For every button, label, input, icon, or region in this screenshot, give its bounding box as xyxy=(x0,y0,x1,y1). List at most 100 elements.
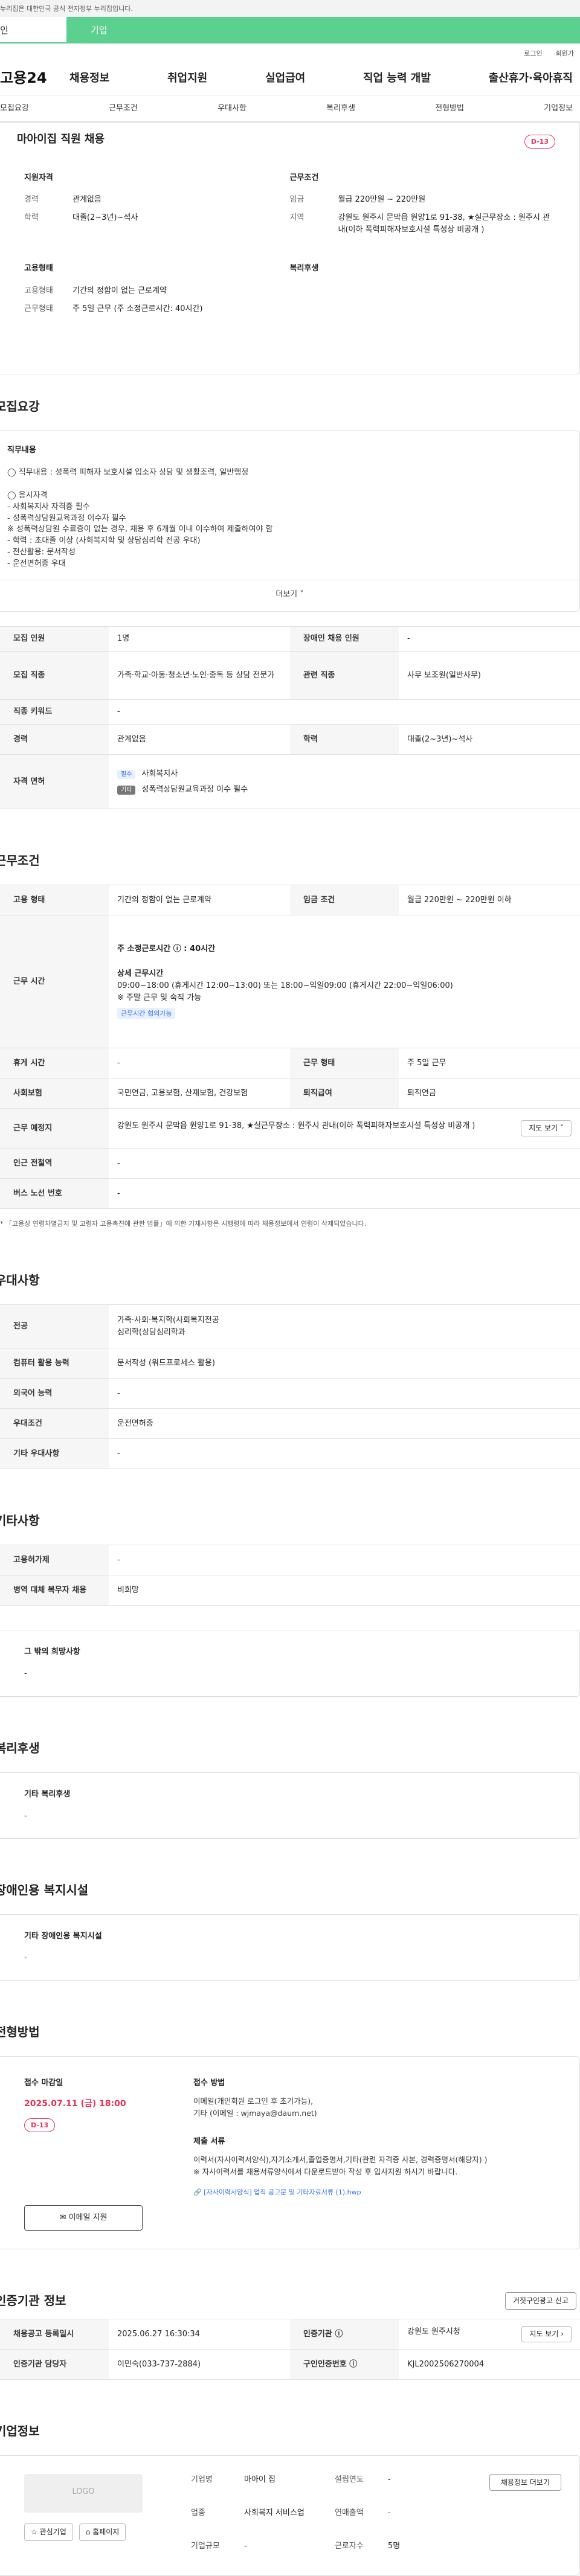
sales-label: 연매출액 xyxy=(335,2508,364,2517)
tab-personal[interactable]: 인 xyxy=(0,17,66,43)
table-header: 경력 xyxy=(0,724,109,755)
table-cell: 주 소정근로시간 ⓘ : 40시간 상세 근무시간 09:00~18:00 (휴… xyxy=(109,915,580,1049)
email-apply-button[interactable]: ✉ 이메일 지원 xyxy=(24,2205,143,2231)
gnb-jobs[interactable]: 채용정보 xyxy=(69,70,109,87)
global-nav: 채용정보 취업지원 실업급여 직업 능력 개발 출산휴가·육아휴직 xyxy=(69,70,580,87)
disabled-box-value: - xyxy=(24,1953,27,1963)
education-value: 대졸(2~3년)~석사 xyxy=(72,213,138,223)
subnav-welfare[interactable]: 복리후생 xyxy=(326,103,355,121)
gnb-employment-support[interactable]: 취업지원 xyxy=(167,70,207,87)
agency-header: 인증기관 정보 거짓구인광고 신고 xyxy=(0,2292,580,2310)
table-cell: 1명 xyxy=(109,626,290,652)
work-section-title: 근무조건 xyxy=(0,853,40,868)
table-cell: 국민연금, 고용보험, 산재보험, 건강보험 xyxy=(109,1078,290,1109)
desc-line: ◯ 직무내용 : 성폭력 피해자 보호시설 입소자 상담 및 생활조력, 일반행… xyxy=(7,468,249,478)
table-header: 근무 시간 xyxy=(0,915,109,1049)
subnav-conditions[interactable]: 근무조건 xyxy=(109,103,138,121)
other-section-title: 기타사항 xyxy=(0,1513,40,1528)
desc-line: ※ 성폭력상담원 수료증이 없는 경우, 채용 후 6개월 이내 이수하여 제출… xyxy=(7,525,273,534)
table-cell: - xyxy=(109,699,580,725)
gov-notice-text: 누리집은 대한민국 공식 전자정부 누리집입니다. xyxy=(0,5,133,13)
homepage-button[interactable]: ⌂ 홈페이지 xyxy=(79,2523,126,2541)
table-cell: KJL2002506270004 xyxy=(399,2349,580,2380)
table-cell: 월급 220만원 ~ 220만원 이하 xyxy=(399,885,580,916)
table-row: 전공 가족·사회·복지학(사회복지전공 심리학(상담심리학과 xyxy=(0,1304,580,1349)
other-chip: 기타 xyxy=(117,785,136,795)
agency-table: 채용공고 등록일시 2025.06.27 16:30:34 인증기관 ⓘ 지도 … xyxy=(0,2319,580,2380)
employees-value: 5명 xyxy=(388,2541,401,2551)
dday-badge: D-13 xyxy=(24,2118,56,2133)
deadline-date: 2025.07.11 (금) 18:00 xyxy=(24,2099,126,2109)
preference-section-title: 우대사항 xyxy=(0,1273,40,1288)
negotiable-tag: 근무시간 협의가능 xyxy=(117,1007,176,1020)
more-button[interactable]: 더보기 ˅ xyxy=(0,580,579,611)
company-name-label: 기업명 xyxy=(191,2475,213,2485)
table-header: 버스 노선 번호 xyxy=(0,1178,109,1210)
favorite-company-button[interactable]: ☆ 관심기업 xyxy=(24,2523,73,2541)
table-row: 근무 예정지 지도 보기 ˅ 강원도 원주시 문막읍 원양1로 91-38, ★… xyxy=(0,1108,580,1149)
subnav-company[interactable]: 기업정보 xyxy=(544,103,573,121)
table-cell: 관계없음 xyxy=(109,724,290,755)
industry-value: 사회복지 서비스업 xyxy=(244,2508,304,2517)
map-toggle-button[interactable]: 지도 보기 ˅ xyxy=(521,1120,572,1137)
application-box: 접수 마감일 2025.07.11 (금) 18:00 D-13 ✉ 이메일 지… xyxy=(0,2056,580,2250)
age-law-note: * 「고용상 연령차별금지 및 고령자 고용촉진에 관한 법률」에 의한 기재사… xyxy=(0,1220,367,1228)
attachment-link[interactable]: 🔗 [자사이력서양식] 업직 공고문 및 기타자료서류 (1).hwp xyxy=(193,2187,488,2197)
site-logo[interactable]: 고용24 xyxy=(0,67,69,89)
tab-corporate[interactable]: 기업 xyxy=(66,17,580,43)
work-form-label: 근무형태 xyxy=(24,304,53,313)
table-cell: 대졸(2~3년)~석사 xyxy=(399,724,580,755)
page-title: 마아이집 직원 채용 xyxy=(17,133,105,146)
table-cell: 이민숙(033-737-2884) xyxy=(109,2349,290,2380)
gnb-leave[interactable]: 출산휴가·육아휴직 xyxy=(489,70,573,87)
detail-hours-heading: 상세 근무시간 xyxy=(117,969,164,978)
signup-link[interactable]: 회원가 xyxy=(556,48,574,62)
attachment-link-label: [자사이력서양식] 업직 공고문 및 기타자료서류 (1).hwp xyxy=(204,2188,361,2196)
subnav-recruit[interactable]: 모집요강 xyxy=(0,103,29,121)
table-cell: 퇴직연금 xyxy=(399,1078,580,1109)
major-value-1: 가족·사회·복지학(사회복지전공 xyxy=(117,1315,219,1325)
table-header: 학력 xyxy=(290,724,399,755)
documents-line-2: ※ 자사이력서를 채용서류양식에서 다운로드받아 작성 후 입사지원 하시기 바… xyxy=(193,2167,458,2176)
desc-line: - 전산활용: 문서작성 xyxy=(7,548,76,557)
table-row: 외국어 능력 - xyxy=(0,1378,580,1409)
agency-map-button[interactable]: 지도 보기 › xyxy=(521,2326,572,2342)
table-cell: 문서작성 (워드프로세스 활용) xyxy=(109,1348,580,1379)
detail-hours-note: ※ 주말 근무 및 숙직 가능 xyxy=(117,993,202,1002)
method-heading: 접수 방법 xyxy=(193,2078,225,2088)
table-cell: 2025.06.27 16:30:34 xyxy=(109,2319,290,2350)
welfare-box-value: - xyxy=(24,1811,27,1821)
attachment-icon: 🔗 xyxy=(193,2188,204,2196)
company-section-title: 기업정보 xyxy=(0,2424,40,2439)
employees-label: 근로자수 xyxy=(335,2541,364,2551)
table-header: 사회보험 xyxy=(0,1078,109,1109)
more-jobs-button[interactable]: 채용정보 더보기 xyxy=(489,2474,561,2491)
table-cell: 지도 보기 › 강원도 원주시청 xyxy=(399,2319,580,2350)
table-row: 병역 대체 복무자 채용 비희망 xyxy=(0,1575,580,1606)
subnav-preference[interactable]: 우대사항 xyxy=(218,103,246,121)
subnav-process[interactable]: 전형방법 xyxy=(435,103,464,121)
table-row: 모집 인원 1명 장애인 채용 인원 - xyxy=(0,626,580,652)
welfare-box-heading: 기타 복리후생 xyxy=(24,1789,71,1799)
report-fake-ad-button[interactable]: 거짓구인광고 신고 xyxy=(504,2292,576,2310)
table-header: 외국어 능력 xyxy=(0,1378,109,1409)
gnb-unemployment[interactable]: 실업급여 xyxy=(265,70,305,87)
welfare-section-title: 복리후생 xyxy=(0,1740,40,1755)
gnb-training[interactable]: 직업 능력 개발 xyxy=(363,70,431,87)
sales-value: - xyxy=(388,2508,391,2517)
agency-value: 강원도 원주시청 xyxy=(407,2327,460,2337)
login-link[interactable]: 로그인 xyxy=(524,48,542,62)
career-label: 경력 xyxy=(24,195,39,205)
area-value: 강원도 원주시 문막읍 원양1로 91-38, ★실근무장소 : 원주시 관내(… xyxy=(338,213,550,235)
process-section-title: 전형방법 xyxy=(0,2025,40,2040)
company-name-value: 마아이 집 xyxy=(244,2475,276,2485)
table-row: 경력 관계없음 학력 대졸(2~3년)~석사 xyxy=(0,724,580,755)
industry-label: 업종 xyxy=(191,2508,205,2517)
table-header: 기타 우대사항 xyxy=(0,1438,109,1470)
table-cell: 비희망 xyxy=(109,1575,580,1606)
job-summary-card: 마아이집 직원 채용 D-13 지원자격 경력 관계없음 학력 대졸(2~3년)~석… xyxy=(0,122,580,374)
table-header: 채용공고 등록일시 xyxy=(0,2319,109,2350)
table-cell: 사무 보조원(일반사무) xyxy=(399,651,580,700)
table-row: 우대조건 운전면허증 xyxy=(0,1408,580,1440)
member-type-tabs: 인 기업 xyxy=(0,17,580,43)
